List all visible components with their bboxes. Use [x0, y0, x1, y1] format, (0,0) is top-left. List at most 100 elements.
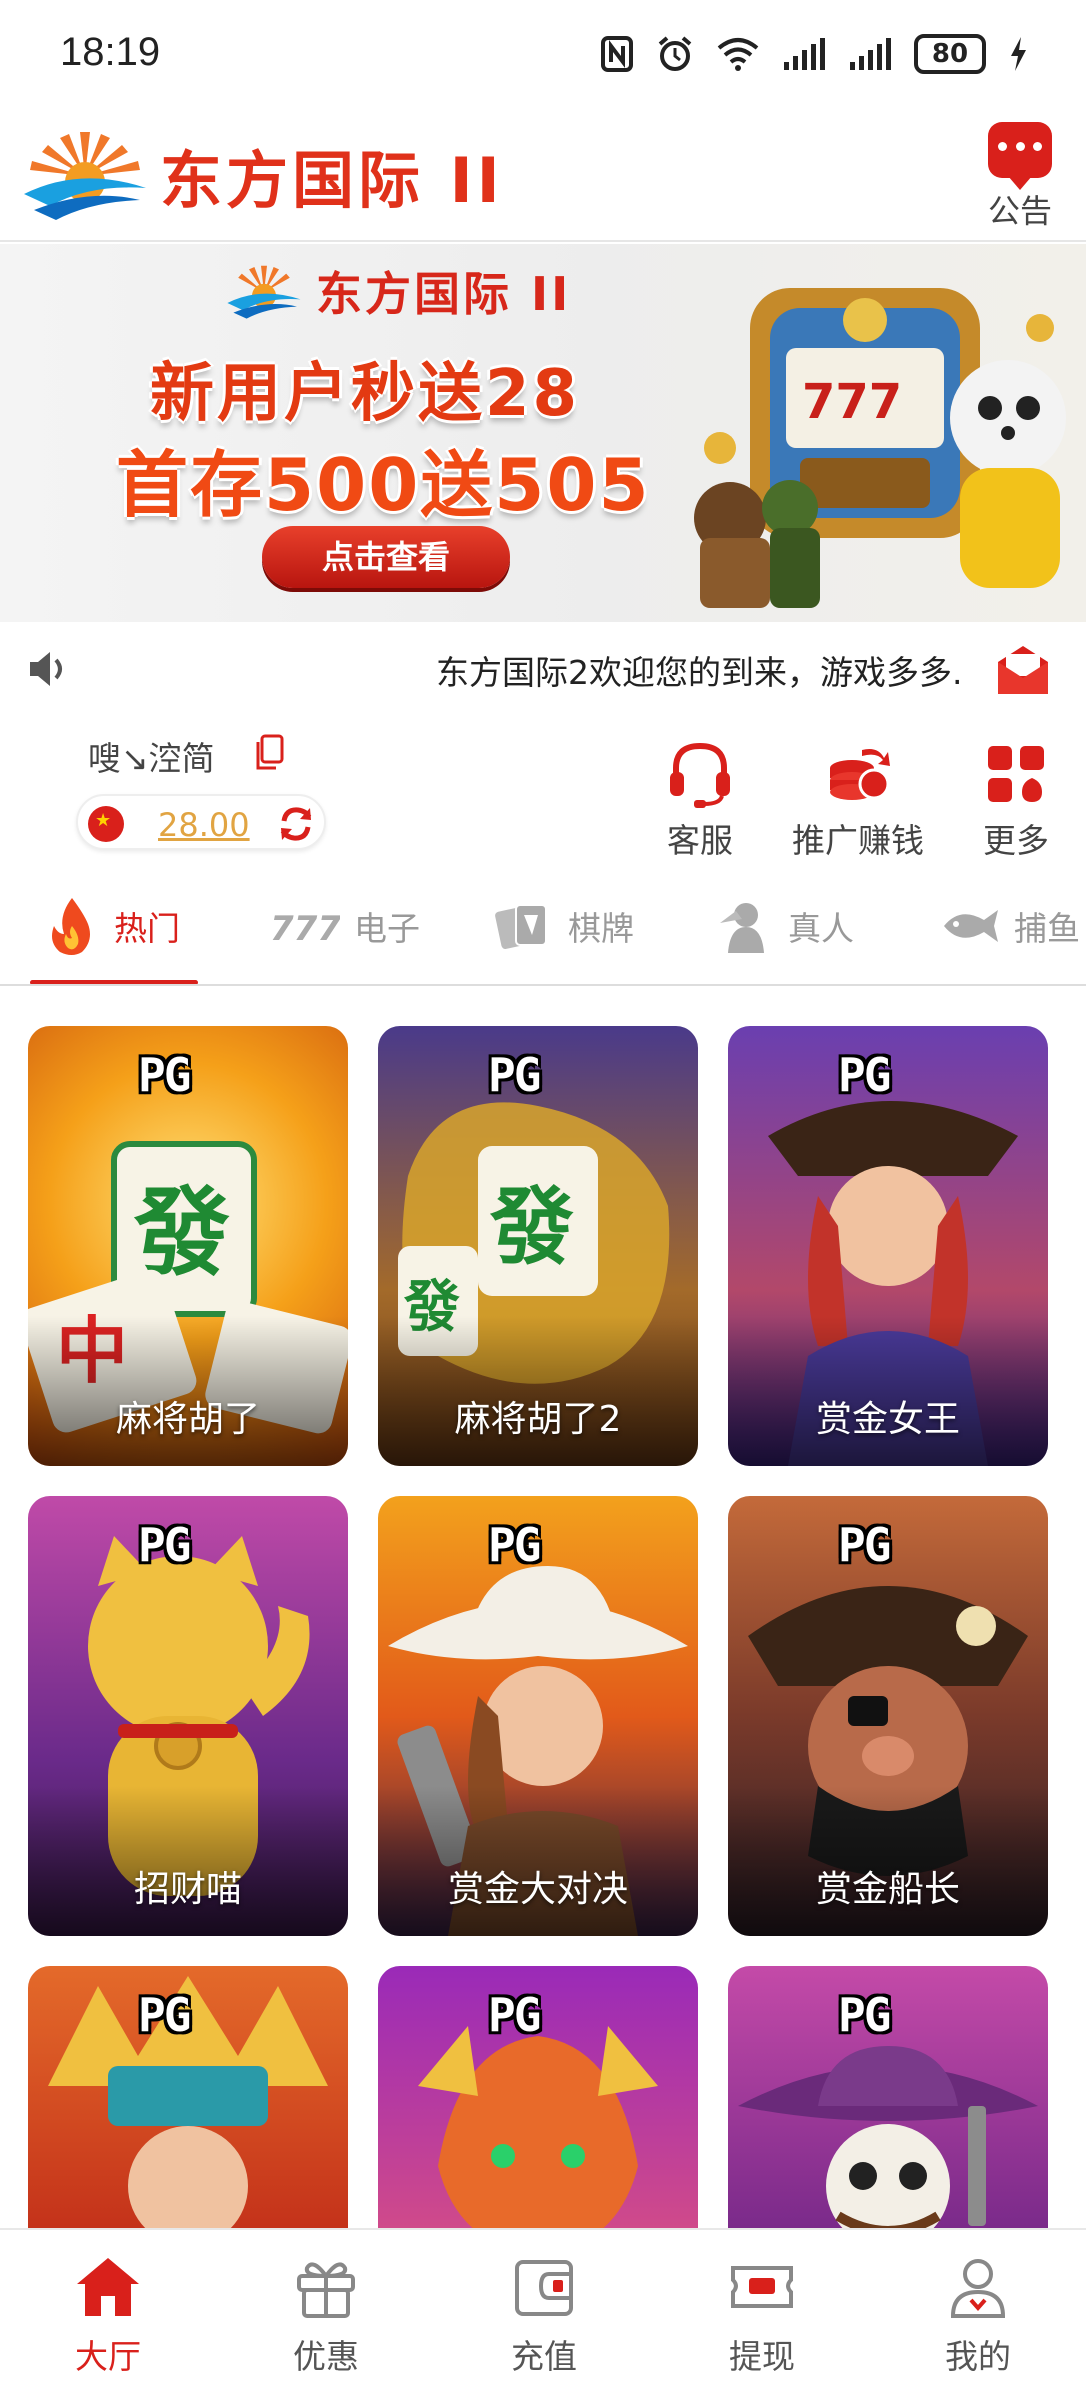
- brand-name: 东方国际 II: [160, 144, 504, 217]
- game-title: 赏金船长: [815, 1869, 960, 1910]
- ticket-icon: [731, 2266, 793, 2308]
- tab-slots-label: 电子: [354, 909, 420, 948]
- nav-promotions[interactable]: 优惠: [266, 2254, 386, 2378]
- game-grid: 發 中 PG 麻将胡了 發 發 PG 麻将胡了2 PG 赏金女王: [28, 1026, 1058, 2228]
- banner-subheadline: 首存500送505: [116, 443, 651, 527]
- active-tab-indicator: [30, 980, 198, 984]
- nav-promotions-label: 优惠: [293, 2337, 359, 2376]
- game-card[interactable]: PG: [28, 1966, 348, 2228]
- pg-badge: PG: [138, 1518, 191, 1572]
- game-card[interactable]: 發 中 PG 麻将胡了: [28, 1026, 348, 1466]
- sunrise-logo-icon: [24, 132, 146, 220]
- grid-more-icon: [988, 746, 1044, 802]
- signal-icon: [784, 38, 825, 70]
- bottom-navigation: 大厅 优惠 充值 提现 我的: [0, 2228, 1086, 2400]
- cards-icon: [495, 904, 547, 949]
- game-title: 赏金女王: [815, 1399, 960, 1440]
- announcement-label: 公告: [987, 192, 1052, 230]
- balance-pill: 28.00: [76, 794, 326, 850]
- status-bar: 18:19 80: [0, 0, 1086, 108]
- nav-deposit-label: 充值: [511, 2337, 577, 2376]
- pg-badge: PG: [138, 1988, 191, 2042]
- announcement-button[interactable]: 公告: [980, 122, 1060, 232]
- tab-slots[interactable]: 777 电子: [270, 896, 420, 956]
- account-panel: 嗖↘涳简 28.00 客服: [0, 716, 1086, 866]
- wallet-icon: [515, 2260, 573, 2316]
- slot-777-icon: 777: [270, 909, 340, 946]
- game-card[interactable]: PG: [728, 1966, 1048, 2228]
- tab-hot-label: 热门: [114, 909, 180, 948]
- pg-badge: PG: [838, 1048, 891, 1102]
- dealer-icon: [720, 903, 764, 953]
- game-title: 麻将胡了2: [454, 1399, 622, 1440]
- game-card[interactable]: PG 赏金女王: [728, 1026, 1048, 1466]
- cny-flag-icon: [88, 806, 124, 842]
- svg-text:777: 777: [802, 374, 902, 430]
- pg-badge: PG: [488, 1048, 541, 1102]
- pg-badge: PG: [488, 1518, 541, 1572]
- game-card[interactable]: PG 赏金船长: [728, 1496, 1048, 1936]
- refresh-icon[interactable]: [276, 805, 316, 843]
- tab-cards-label: 棋牌: [568, 909, 634, 948]
- fire-icon: [52, 898, 90, 955]
- pg-badge: PG: [838, 1518, 891, 1572]
- nav-profile-label: 我的: [945, 2337, 1011, 2376]
- promo-banner[interactable]: 东方国际 II 新用户秒送28 首存500送505 点击查看 777: [0, 244, 1086, 622]
- tab-fishing[interactable]: 捕鱼: [940, 896, 1080, 956]
- signal-icon-2: [850, 38, 891, 70]
- headset-icon: [670, 742, 730, 808]
- tab-live-label: 真人: [788, 909, 854, 948]
- battery-indicator: 80: [914, 34, 986, 74]
- customer-service-label: 客服: [667, 821, 733, 860]
- game-card[interactable]: PG: [378, 1966, 698, 2228]
- pg-badge: PG: [488, 1988, 541, 2042]
- nav-deposit[interactable]: 充值: [484, 2254, 604, 2378]
- pg-badge: PG: [838, 1988, 891, 2042]
- banner-logo: 东方国际 II: [222, 258, 571, 324]
- more-label: 更多: [983, 821, 1049, 860]
- banner-brand-name: 东方国际 II: [316, 267, 572, 321]
- tab-hot[interactable]: 热门: [44, 896, 180, 956]
- game-title: 赏金大对决: [447, 1869, 628, 1910]
- pg-badge: PG: [138, 1048, 191, 1102]
- nav-withdraw[interactable]: 提现: [702, 2254, 822, 2378]
- svg-text:發: 發: [489, 1178, 574, 1276]
- referral-earn-label: 推广赚钱: [792, 821, 924, 860]
- svg-text:777: 777: [270, 909, 340, 946]
- nav-withdraw-label: 提现: [729, 2337, 795, 2376]
- mail-icon[interactable]: [994, 644, 1052, 696]
- category-tabs: 热门 777 电子 棋牌 真人 捕鱼: [0, 866, 1086, 986]
- customer-service-button[interactable]: 客服: [664, 738, 736, 862]
- more-button[interactable]: 更多: [980, 738, 1052, 862]
- slot-machine-illustration: 777: [694, 288, 1066, 608]
- announcement-marquee[interactable]: 东方国际2欢迎您的到来，游戏多多.: [0, 622, 1086, 716]
- copy-icon[interactable]: [254, 734, 284, 770]
- game-card[interactable]: PG 赏金大对决: [378, 1496, 698, 1936]
- user-icon: [950, 2259, 1006, 2318]
- tab-cards[interactable]: 棋牌: [494, 896, 634, 956]
- gift-icon: [297, 2262, 355, 2318]
- tab-live[interactable]: 真人: [716, 896, 854, 956]
- sunrise-logo-icon: [227, 265, 301, 319]
- status-time: 18:19: [60, 30, 161, 74]
- nav-profile[interactable]: 我的: [918, 2254, 1038, 2378]
- nav-lobby[interactable]: 大厅: [48, 2254, 168, 2378]
- wifi-icon: [717, 38, 759, 71]
- speaker-icon: [30, 652, 62, 686]
- banner-cta-button[interactable]: 点击查看: [262, 526, 510, 588]
- marquee-text: 东方国际2欢迎您的到来，游戏多多.: [436, 653, 963, 692]
- charging-icon: [1011, 37, 1026, 71]
- home-icon: [77, 2258, 139, 2316]
- tab-fishing-label: 捕鱼: [1014, 909, 1080, 948]
- nfc-icon: [601, 36, 633, 72]
- game-title: 麻将胡了: [115, 1399, 260, 1440]
- game-card[interactable]: PG 招财喵: [28, 1496, 348, 1936]
- username: 嗖↘涳简: [88, 739, 215, 778]
- alarm-icon: [658, 36, 692, 71]
- app-header: 东方国际 II 公告: [0, 108, 1086, 242]
- referral-earn-button[interactable]: 推广赚钱: [792, 738, 924, 862]
- chat-bubble-icon: [988, 122, 1052, 190]
- game-title: 招财喵: [133, 1869, 242, 1910]
- coins-share-icon: [830, 749, 890, 800]
- game-card[interactable]: 發 發 PG 麻将胡了2: [378, 1026, 698, 1466]
